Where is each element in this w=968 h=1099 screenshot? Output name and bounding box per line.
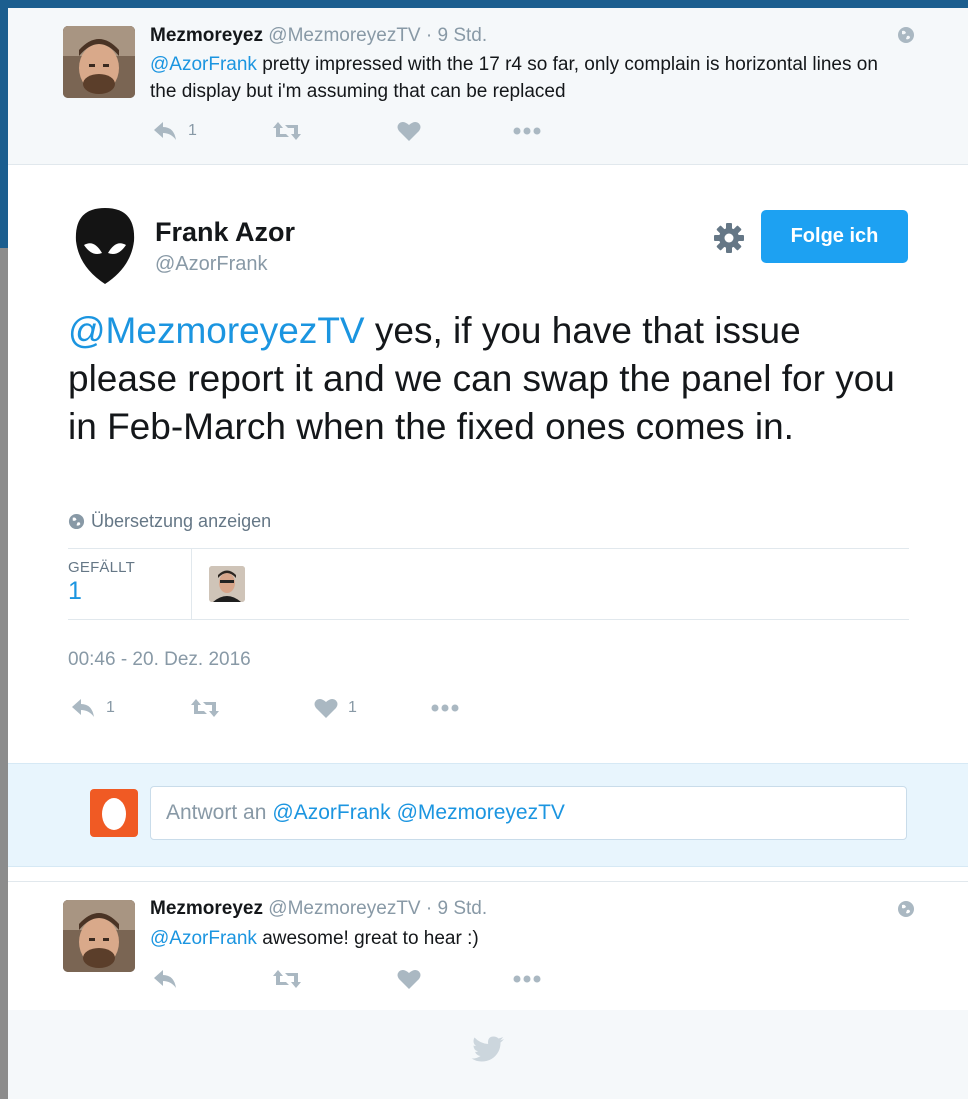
reply-mention: @AzorFrank	[272, 801, 391, 824]
tweet-time[interactable]: 9 Std.	[438, 25, 488, 46]
modal-footer	[8, 1010, 968, 1099]
like-button[interactable]	[397, 120, 421, 142]
more-button[interactable]	[430, 697, 462, 719]
mention-link[interactable]: @AzorFrank	[150, 928, 257, 949]
tweet-time[interactable]: 9 Std.	[438, 898, 488, 919]
reply-icon	[72, 699, 94, 717]
retweet-button[interactable]	[272, 120, 302, 142]
like-count: 1	[348, 699, 357, 716]
reply-icon	[154, 970, 176, 988]
globe-icon	[68, 513, 85, 530]
heart-icon	[397, 122, 421, 141]
reply-icon	[154, 122, 176, 140]
tweet-stats: GEFÄLLT 1	[68, 548, 909, 620]
tweet-header: Mezmoreyez @MezmoreyezTV · 9 Std.	[150, 25, 487, 47]
likes-count[interactable]: 1	[68, 577, 82, 606]
more-icon	[513, 975, 541, 983]
separator: ·	[425, 898, 433, 919]
reply-button[interactable]: 1	[70, 697, 115, 719]
globe-icon	[898, 27, 914, 43]
heart-icon	[397, 970, 421, 989]
permalink-tweet: Frank Azor @AzorFrank Folge ich @Mezmore…	[8, 165, 968, 763]
twitter-bird-icon	[471, 1036, 504, 1062]
tweet-actions	[152, 968, 572, 994]
globe-icon	[898, 901, 914, 917]
author-handle[interactable]: @AzorFrank	[155, 253, 268, 276]
author-name[interactable]: Mezmoreyez	[150, 25, 263, 46]
liker-avatar[interactable]	[209, 566, 245, 602]
author-handle[interactable]: @MezmoreyezTV	[268, 25, 420, 46]
likes-label: GEFÄLLT	[68, 559, 135, 576]
author-handle[interactable]: @MezmoreyezTV	[268, 898, 420, 919]
tweet-text: @AzorFrank pretty impressed with the 17 …	[150, 51, 890, 105]
retweet-icon	[273, 122, 301, 140]
translate-label: Übersetzung anzeigen	[91, 511, 272, 531]
separator: ·	[425, 25, 433, 46]
retweet-button[interactable]	[272, 968, 302, 990]
retweet-button[interactable]	[190, 697, 220, 719]
gear-icon[interactable]	[714, 223, 744, 253]
tweet-text: @MezmoreyezTV yes, if you have that issu…	[68, 307, 908, 451]
reply-mention: @MezmoreyezTV	[396, 801, 565, 824]
reply-button[interactable]	[152, 968, 178, 990]
retweet-icon	[273, 970, 301, 988]
reply-input[interactable]: Antwort an @AzorFrank @MezmoreyezTV	[150, 786, 907, 840]
tweet-actions: 1	[152, 120, 572, 146]
author-name[interactable]: Mezmoreyez	[150, 898, 263, 919]
translate-link[interactable]: Übersetzung anzeigen	[68, 511, 271, 532]
tweet-actions: 1 1	[70, 697, 470, 723]
avatar[interactable]	[63, 26, 135, 98]
divider	[191, 549, 192, 619]
more-button[interactable]	[512, 120, 544, 142]
reply-prefix: Antwort an	[166, 801, 267, 824]
follow-button[interactable]: Folge ich	[761, 210, 908, 263]
retweet-icon	[191, 699, 219, 717]
author-name[interactable]: Frank Azor	[155, 217, 295, 248]
tweet-text: @AzorFrank awesome! great to hear :)	[150, 925, 890, 952]
like-button[interactable]	[397, 968, 421, 990]
reply-tweet[interactable]: Mezmoreyez @MezmoreyezTV · 9 Std. @AzorF…	[8, 881, 968, 1011]
like-button[interactable]: 1	[314, 697, 357, 719]
reply-box: Antwort an @AzorFrank @MezmoreyezTV	[8, 763, 968, 867]
mention-link[interactable]: @MezmoreyezTV	[68, 310, 365, 351]
more-icon	[431, 704, 459, 712]
heart-icon	[314, 699, 338, 718]
mention-link[interactable]: @AzorFrank	[150, 54, 257, 75]
tweet-body: pretty impressed with the 17 r4 so far, …	[150, 54, 878, 102]
more-button[interactable]	[512, 968, 544, 990]
tweet-body: awesome! great to hear :)	[262, 928, 479, 949]
tweet-header: Mezmoreyez @MezmoreyezTV · 9 Std.	[150, 898, 487, 920]
reply-count: 1	[188, 122, 197, 139]
avatar[interactable]	[74, 207, 136, 285]
avatar[interactable]	[63, 900, 135, 972]
more-icon	[513, 127, 541, 135]
reply-count: 1	[106, 699, 115, 716]
tweet-permalink-modal: Mezmoreyez @MezmoreyezTV · 9 Std. @AzorF…	[8, 8, 968, 1099]
ancestor-tweet[interactable]: Mezmoreyez @MezmoreyezTV · 9 Std. @AzorF…	[8, 8, 968, 165]
reply-button[interactable]: 1	[152, 120, 197, 142]
tweet-timestamp[interactable]: 00:46 - 20. Dez. 2016	[68, 649, 251, 671]
egg-avatar	[90, 789, 138, 837]
